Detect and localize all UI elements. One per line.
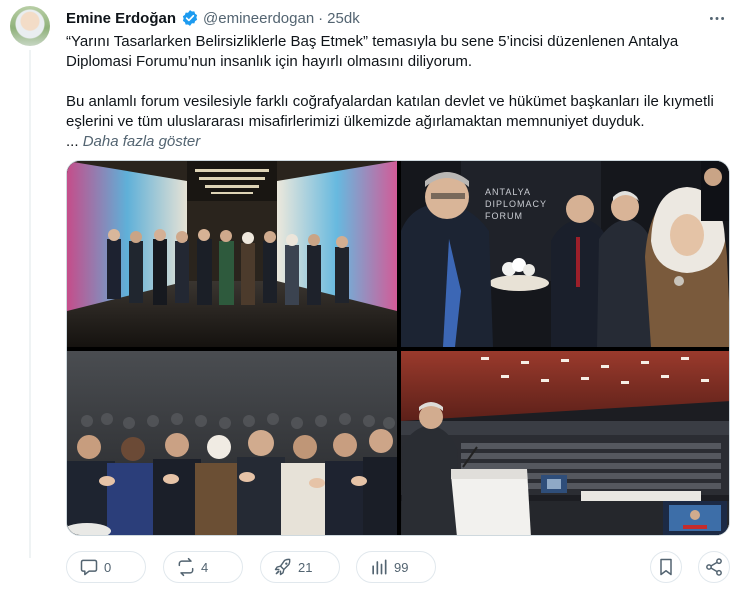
reply-bubble-icon (80, 559, 98, 576)
like-count: 21 (298, 559, 313, 575)
views-button[interactable]: 99 (356, 551, 436, 583)
repost-button[interactable]: 4 (163, 551, 243, 583)
more-dots-icon[interactable] (706, 8, 728, 28)
author-display-name[interactable]: Emine Erdoğan (66, 10, 176, 27)
backdrop-text-2: DIPLOMACY (485, 199, 547, 209)
action-bar: 0 4 21 99 (66, 551, 730, 583)
post-header: Emine Erdoğan @emineerdogan · 25dk (66, 8, 360, 28)
share-icon (706, 558, 722, 576)
post-time[interactable]: 25dk (327, 10, 360, 27)
repost-count: 4 (201, 559, 209, 575)
post: Emine Erdoğan @emineerdogan · 25dk “Yarı… (0, 0, 746, 600)
views-count: 99 (394, 559, 409, 575)
backdrop-text-3: FORUM (485, 211, 523, 221)
post-paragraph-2: Bu anlamlı forum vesilesiyle farklı coğr… (66, 93, 714, 130)
reply-count: 0 (104, 559, 112, 575)
rocket-icon (274, 558, 291, 576)
like-button[interactable]: 21 (260, 551, 340, 583)
bookmark-icon (660, 558, 672, 576)
media-grid: ANTALYA DIPLOMACY FORUM (66, 160, 730, 536)
photo-speaker[interactable] (401, 351, 729, 535)
show-more-row: ... Daha fazla göster (66, 132, 200, 152)
bookmark-button[interactable] (650, 551, 682, 583)
photo-greeting[interactable]: ANTALYA DIPLOMACY FORUM (401, 161, 729, 347)
verified-badge-icon (181, 9, 199, 27)
separator-dot: · (318, 9, 324, 27)
author-handle[interactable]: @emineerdogan (203, 10, 314, 27)
post-text: “Yarını Tasarlarken Belirsizliklerle Baş… (66, 32, 726, 132)
backdrop-text-1: ANTALYA (485, 187, 531, 197)
avatar[interactable] (10, 6, 50, 46)
photo-audience[interactable] (67, 351, 397, 535)
show-more-link[interactable]: Daha fazla göster (83, 133, 201, 150)
bar-chart-icon (372, 559, 387, 575)
reply-button[interactable]: 0 (66, 551, 146, 583)
post-paragraph-1: “Yarını Tasarlarken Belirsizliklerle Baş… (66, 33, 679, 70)
share-button[interactable] (698, 551, 730, 583)
thread-line (29, 50, 31, 558)
photo-corridor-walk[interactable] (67, 161, 397, 347)
ellipsis: ... (66, 133, 79, 150)
repost-arrows-icon (178, 557, 194, 577)
